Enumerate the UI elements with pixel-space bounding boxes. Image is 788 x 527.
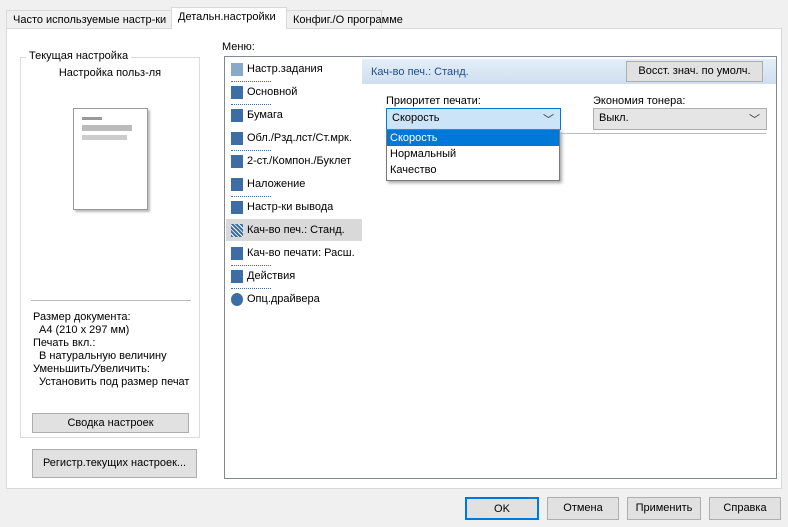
tab-config-about[interactable]: Конфиг./О программе xyxy=(286,10,403,29)
cancel-button[interactable]: Отмена xyxy=(547,497,619,520)
menu-item-label: 2-ст./Компон./Буклет xyxy=(247,155,352,167)
document-info: Размер документа: A4 (210 x 297 мм) Печа… xyxy=(33,311,193,389)
menu-item-quality-standard[interactable]: Кач-во печ.: Станд. xyxy=(226,219,362,241)
content-header: Кач-во печ.: Станд. Восст. знач. по умол… xyxy=(362,57,776,84)
info-label: Уменьшить/Увеличить: xyxy=(33,363,150,375)
chevron-down-icon: ﹀ xyxy=(543,114,554,126)
quality-advanced-icon xyxy=(231,246,243,260)
user-folder-icon xyxy=(231,62,243,76)
option-speed[interactable]: Скорость xyxy=(387,130,559,146)
menu-item-overlay[interactable]: Наложение xyxy=(226,173,362,195)
info-value: В натуральную величину xyxy=(39,350,167,362)
menu-item-job-settings[interactable]: Настр.задания xyxy=(226,58,362,80)
content-title: Кач-во печ.: Станд. xyxy=(371,66,469,78)
menu-item-label: Кач-во печ.: Станд. xyxy=(247,224,345,236)
menu-item-duplex[interactable]: 2-ст./Компон./Буклет xyxy=(226,150,362,172)
tab-detailed-settings[interactable]: Детальн.настройки xyxy=(171,7,287,29)
info-value: A4 (210 x 297 мм) xyxy=(39,324,130,336)
prohibit-icon xyxy=(231,269,243,283)
menu-item-actions[interactable]: Действия xyxy=(226,265,362,287)
menu-item-label: Действия xyxy=(247,270,296,282)
menu-item-paper[interactable]: Бумага xyxy=(226,104,362,126)
output-icon xyxy=(231,200,243,214)
menu-item-label: Кач-во печати: Расш. xyxy=(247,247,355,259)
register-settings-button[interactable]: Регистр.текущих настроек... xyxy=(32,449,197,478)
menu-list: Настр.задания Основной Бумага Обл./Рзд.л… xyxy=(224,56,363,479)
menu-label: Меню: xyxy=(222,41,255,53)
menu-item-basic[interactable]: Основной xyxy=(226,81,362,103)
menu-item-label: Обл./Рзд.лст/Ст.мрк. xyxy=(247,132,352,144)
overlay-icon xyxy=(231,177,243,191)
document-icon xyxy=(231,85,243,99)
option-normal[interactable]: Нормальный xyxy=(387,146,559,162)
priority-value: Скорость xyxy=(392,112,440,124)
menu-item-quality-advanced[interactable]: Кач-во печати: Расш. xyxy=(226,242,362,264)
menu-item-label: Опц.драйвера xyxy=(247,293,320,305)
apply-button[interactable]: Применить xyxy=(627,497,701,520)
settings-summary-button[interactable]: Сводка настроек xyxy=(32,413,189,433)
menu-item-cover[interactable]: Обл./Рзд.лст/Ст.мрк. xyxy=(226,127,362,149)
chevron-down-icon: ﹀ xyxy=(749,114,760,126)
tab-frequent-settings[interactable]: Часто используемые настр-ки xyxy=(6,10,172,29)
info-value: Установить под размер печат xyxy=(39,376,190,388)
priority-label: Приоритет печати: xyxy=(386,95,481,107)
divider xyxy=(31,300,191,301)
priority-select[interactable]: Скорость ﹀ xyxy=(386,108,561,130)
divider xyxy=(561,133,766,134)
toner-value: Выкл. xyxy=(599,112,629,124)
page-preview xyxy=(73,108,148,210)
quality-pattern-icon xyxy=(231,223,243,237)
option-quality[interactable]: Качество xyxy=(387,162,559,178)
menu-item-label: Наложение xyxy=(247,178,306,190)
duplex-icon xyxy=(231,154,243,168)
menu-item-label: Основной xyxy=(247,86,298,98)
setting-name: Настройка польз-ля xyxy=(58,67,162,79)
ok-button[interactable]: OK xyxy=(465,497,539,520)
priority-dropdown-list: Скорость Нормальный Качество xyxy=(386,129,560,181)
menu-item-label: Настр-ки вывода xyxy=(247,201,334,213)
menu-item-label: Настр.задания xyxy=(247,63,323,75)
group-title: Текущая настройка xyxy=(26,50,132,62)
menu-item-output[interactable]: Настр-ки вывода xyxy=(226,196,362,218)
help-button[interactable]: Справка xyxy=(709,497,781,520)
cover-icon xyxy=(231,131,243,145)
restore-defaults-button[interactable]: Восст. знач. по умолч. xyxy=(626,61,763,82)
toner-label: Экономия тонера: xyxy=(593,95,686,107)
info-label: Размер документа: xyxy=(33,311,131,323)
info-label: Печать вкл.: xyxy=(33,337,96,349)
toner-select[interactable]: Выкл. ﹀ xyxy=(593,108,767,130)
menu-item-label: Бумага xyxy=(247,109,283,121)
paper-icon xyxy=(231,108,243,122)
menu-item-driver-options[interactable]: Опц.драйвера xyxy=(226,288,362,310)
gear-icon xyxy=(231,292,243,306)
